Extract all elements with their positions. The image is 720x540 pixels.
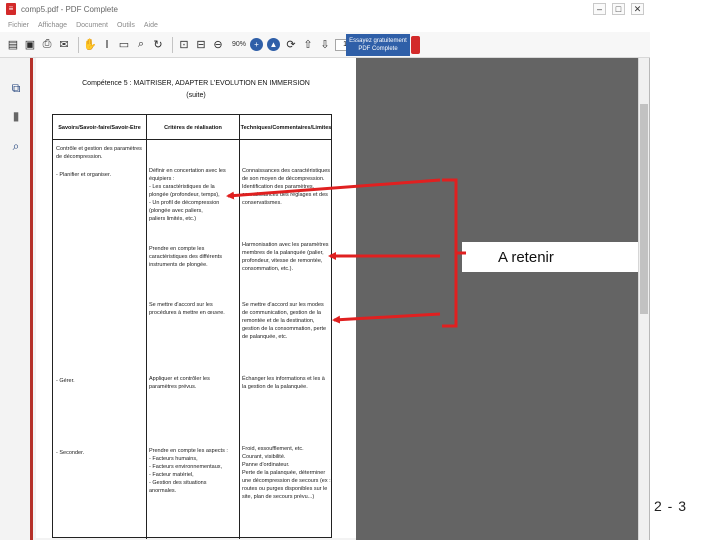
column-divider (146, 115, 147, 539)
toolbar-divider (172, 36, 173, 53)
menu-view[interactable]: Affichage (38, 22, 67, 29)
table-cell: Connaissances des caractéristiques de so… (242, 168, 331, 206)
panel-divider (30, 58, 33, 540)
toolbar: ▤ ▣ ⎙ ✉ ✋ Ⅰ ▭ ⌕ ↻ ⊡ ⊟ ⊖ 90% + ▲ ⟳ ⇧ ⇩ 1 … (0, 32, 650, 58)
save-icon[interactable]: ▣ (23, 37, 37, 53)
hand-tool-icon[interactable]: ✋ (83, 37, 97, 53)
table-cell: - Planifier et organiser. (56, 172, 112, 178)
minimize-button[interactable]: – (593, 3, 606, 15)
refresh-icon[interactable]: ⟳ (284, 37, 298, 53)
table-cell: Se mettre d'accord sur les procédures à … (149, 302, 225, 316)
menu-document[interactable]: Document (76, 22, 108, 29)
zoom-in-icon[interactable]: + (250, 38, 264, 51)
document-title: Compétence 5 : MAITRISER, ADAPTER L'EVOL… (82, 80, 310, 87)
pages-panel-icon[interactable]: ⧉ (8, 80, 24, 96)
document-subtitle: (suite) (186, 92, 206, 99)
select-text-icon[interactable]: Ⅰ (100, 37, 114, 53)
header-divider (53, 139, 331, 140)
maximize-button[interactable]: □ (612, 3, 625, 15)
menu-help[interactable]: Aide (144, 22, 158, 29)
snapshot-icon[interactable]: ▭ (117, 37, 131, 53)
annotation-label: A retenir (498, 249, 554, 266)
table-cell: Se mettre d'accord sur les modes de comm… (242, 302, 327, 340)
viewer-background (356, 58, 638, 540)
column-header: Critères de réalisation (164, 125, 222, 131)
table-cell: - Seconder. (56, 450, 85, 456)
close-button[interactable]: ✕ (631, 3, 644, 15)
vertical-scrollbar[interactable] (638, 58, 649, 540)
app-logo-icon: ≡ (6, 3, 16, 15)
side-panel-rail: ⧉ ▮ ⌕ (0, 58, 30, 540)
document-page: Compétence 5 : MAITRISER, ADAPTER L'EVOL… (36, 58, 356, 539)
competence-table: Savoirs/Savoir-faire/Savoir-Etre Critère… (52, 114, 332, 539)
window-title: comp5.pdf - PDF Complete (21, 4, 118, 14)
slide-number: 2 - 3 (654, 498, 688, 514)
zoom-out-icon[interactable]: ⊖ (211, 37, 225, 53)
screen: ≡ comp5.pdf - PDF Complete – □ ✕ Fichier… (0, 0, 720, 540)
open-folder-icon[interactable]: ▤ (6, 37, 20, 53)
rotate-icon[interactable]: ↻ (151, 37, 165, 53)
print-icon[interactable]: ⎙ (40, 37, 54, 53)
column-header: Techniques/Commentaires/Limites (240, 125, 332, 131)
page-down-icon[interactable]: ⇩ (318, 37, 332, 53)
zoom-level[interactable]: 90% (232, 41, 246, 48)
table-cell: Froid, essoufflement, etc. Courant, visi… (242, 446, 331, 500)
promo-badge-icon[interactable] (411, 36, 420, 54)
table-cell: Prendre en compte les caractéristiques d… (149, 246, 222, 268)
fit-page-icon[interactable]: ⊡ (177, 37, 191, 53)
toolbar-divider (78, 36, 79, 53)
scrollbar-thumb[interactable] (640, 104, 648, 314)
table-cell: Échanger les informations et les à la ge… (242, 376, 325, 390)
table-cell: Prendre en compte les aspects : - Facteu… (149, 448, 228, 494)
search-icon[interactable]: ⌕ (8, 138, 24, 154)
column-divider (239, 115, 240, 539)
table-cell: Harmonisation avec les paramètres membre… (242, 242, 329, 272)
table-cell: - Gérer. (56, 378, 75, 384)
fit-width-icon[interactable]: ⊟ (194, 37, 208, 53)
email-icon[interactable]: ✉ (57, 37, 71, 53)
bookmarks-icon[interactable]: ▮ (8, 108, 24, 124)
table-cell: Appliquer et contrôler les paramètres pr… (149, 376, 210, 390)
previous-page-icon[interactable]: ▲ (267, 38, 281, 51)
title-bar: ≡ comp5.pdf - PDF Complete – □ ✕ (0, 0, 650, 18)
table-cell: Contrôle et gestion des paramètres de dé… (56, 146, 142, 160)
upgrade-banner[interactable]: Essayez gratuitement PDF Complete (346, 34, 410, 56)
table-cell: Définir en concertation avec les équipie… (149, 168, 226, 222)
page-up-icon[interactable]: ⇧ (301, 37, 315, 53)
column-header: Savoirs/Savoir-faire/Savoir-Etre (58, 125, 141, 131)
menu-file[interactable]: Fichier (8, 22, 29, 29)
menu-bar: Fichier Affichage Document Outils Aide (0, 18, 650, 32)
zoom-tool-icon[interactable]: ⌕ (134, 37, 148, 53)
menu-tools[interactable]: Outils (117, 22, 135, 29)
